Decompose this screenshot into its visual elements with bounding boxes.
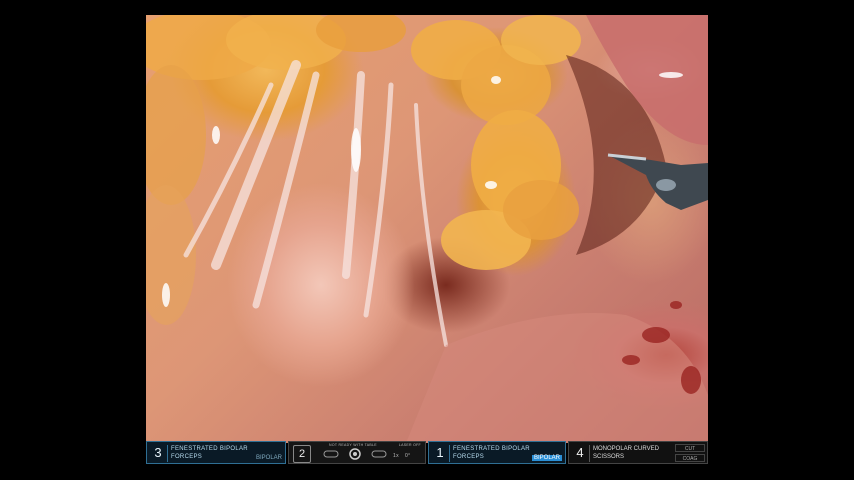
connective-tissue bbox=[183, 60, 448, 347]
camera-indicator-icon bbox=[323, 450, 339, 458]
laser-status: LASER OFF bbox=[398, 443, 421, 447]
divider bbox=[449, 445, 450, 462]
arm-1-panel: 1 FENESTRATED BIPOLAR FORCEPS BIPOLAR bbox=[428, 441, 566, 464]
instrument-status-bar: 3 FENESTRATED BIPOLAR FORCEPS BIPOLAR 2 … bbox=[146, 441, 708, 464]
camera-indicator-icon bbox=[371, 450, 387, 458]
arm-1-number: 1 bbox=[436, 445, 444, 460]
zoom-level: 1x bbox=[393, 453, 399, 459]
arm-3-panel: 3 FENESTRATED BIPOLAR FORCEPS BIPOLAR bbox=[146, 441, 286, 464]
divider bbox=[589, 445, 590, 462]
camera-panel: 2 NOT READY WITH TABLE LASER OFF 1x 0° bbox=[288, 441, 426, 464]
divider bbox=[167, 445, 168, 462]
arm-1-mode-active: BIPOLAR bbox=[531, 455, 562, 461]
surgical-scene bbox=[146, 15, 708, 443]
camera-arm-number: 2 bbox=[293, 445, 311, 463]
arm-4-number: 4 bbox=[576, 445, 584, 460]
scope-angle: 0° bbox=[405, 453, 411, 459]
endoscope-camera-view bbox=[146, 15, 708, 443]
fat-tissue bbox=[146, 15, 581, 325]
cut-energy: CUT bbox=[675, 444, 705, 452]
arm-4-panel: 4 MONOPOLAR CURVED SCISSORS CUT COAG bbox=[568, 441, 708, 464]
arm-3-mode: BIPOLAR bbox=[255, 455, 282, 461]
arm-3-number: 3 bbox=[154, 445, 162, 460]
arm-4-instrument: MONOPOLAR CURVED SCISSORS bbox=[593, 446, 659, 460]
coag-energy: COAG bbox=[675, 454, 705, 462]
camera-icon bbox=[349, 448, 361, 460]
